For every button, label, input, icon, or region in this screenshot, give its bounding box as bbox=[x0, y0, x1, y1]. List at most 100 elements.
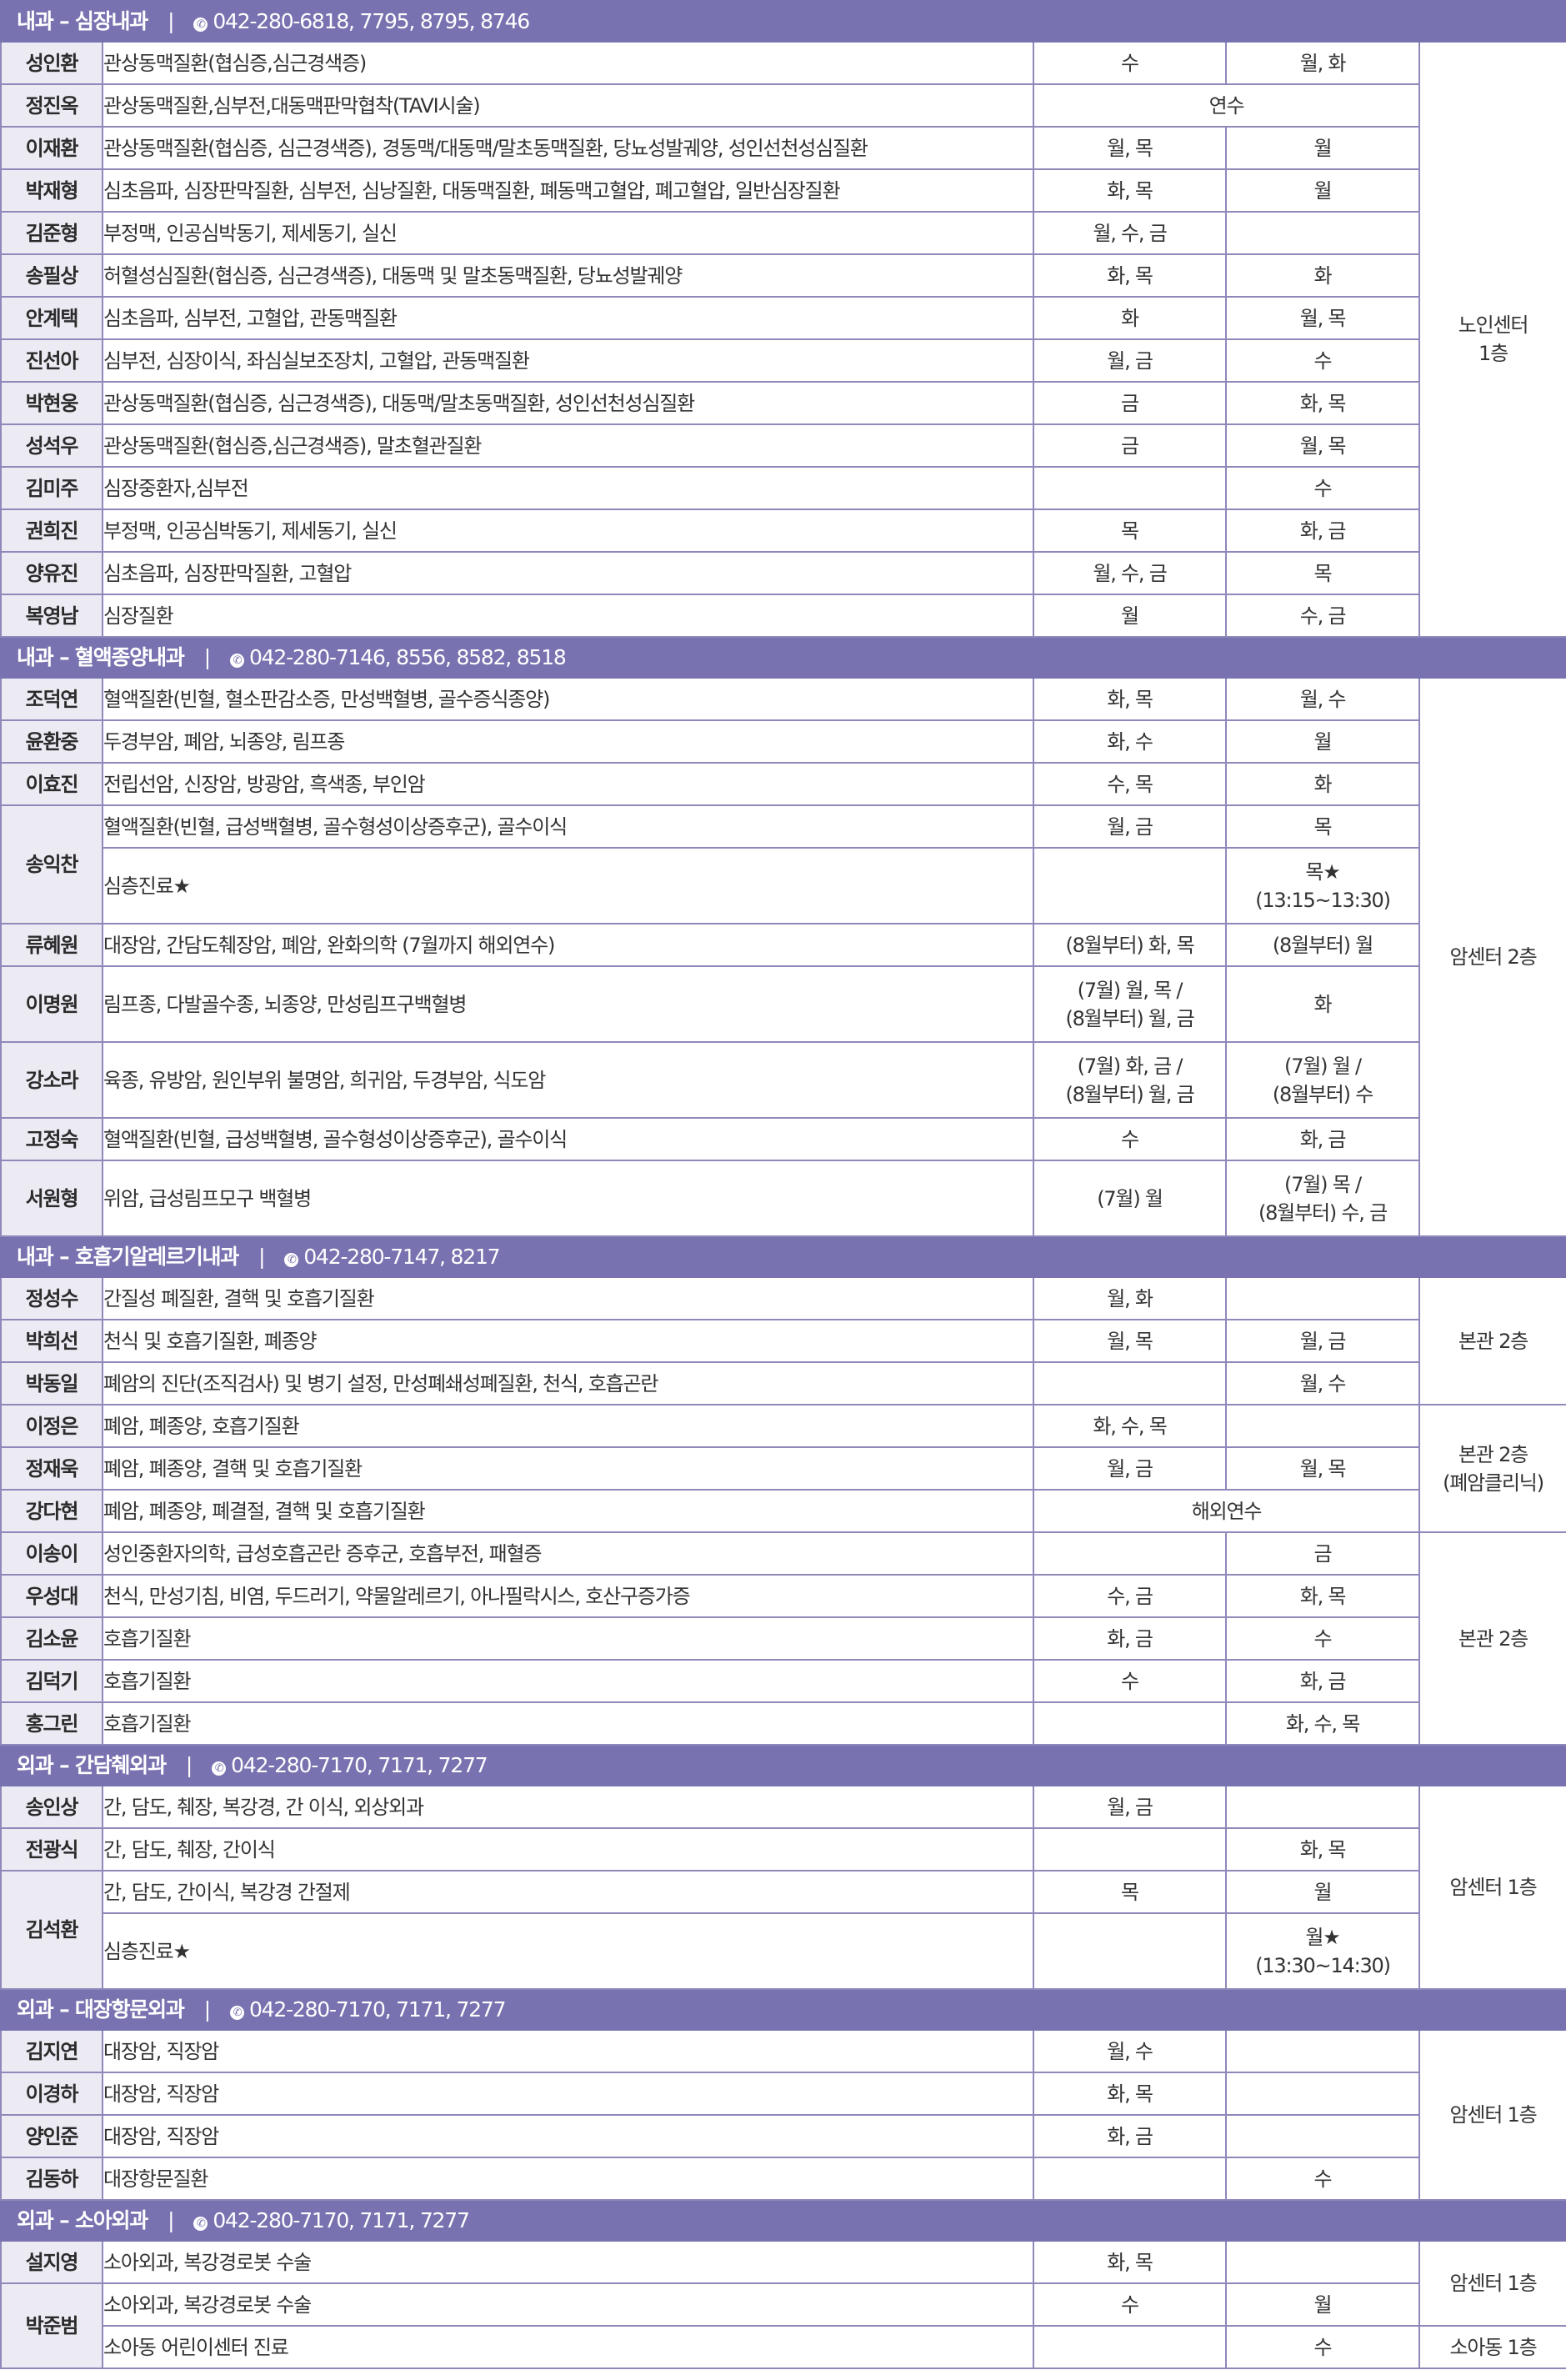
specialty: 관상동맥질환(협심증, 심근경색증), 대동맥/말초동맥질환, 성인선천성심질환 bbox=[102, 381, 1034, 425]
doctor-name: 김소윤 bbox=[0, 1616, 103, 1661]
specialty: 관상동맥질환,심부전,대동맥판막협착(TAVI시술) bbox=[102, 83, 1034, 128]
afternoon-clinic: 화, 목 bbox=[1225, 1574, 1420, 1618]
section-phone: 042-280-6818, 7795, 8795, 8746 bbox=[213, 8, 530, 33]
specialty: 대장암, 직장암 bbox=[102, 2029, 1034, 2073]
afternoon-clinic bbox=[1225, 1404, 1420, 1448]
doctor-name: 진선아 bbox=[0, 338, 103, 383]
specialty: 육종, 유방암, 원인부위 불명암, 희귀암, 두경부암, 식도암 bbox=[102, 1041, 1034, 1119]
specialty: 심층진료★ bbox=[102, 1912, 1034, 1990]
doctor-row: 서원형 위암, 급성림프모구 백혈병 (7월) 월 (7월) 목 / (8월부터) 수,… bbox=[0, 1160, 1566, 1237]
morning-clinic: 월, 금 bbox=[1033, 338, 1227, 383]
morning-clinic: 월, 금 bbox=[1033, 1785, 1227, 1829]
doctor-row: 송인상 간, 담도, 췌장, 복강경, 간 이식, 외상외과 월, 금 암센터 1층 bbox=[0, 1785, 1566, 1990]
doctor-row: 이효진 전립선암, 신장암, 방광암, 흑색종, 부인암 수, 목화 bbox=[0, 762, 1566, 806]
morning-clinic: 목 bbox=[1033, 1870, 1227, 1914]
phone-icon: ✆ bbox=[284, 1252, 299, 1267]
doctor-name: 조덕연 bbox=[0, 677, 103, 721]
morning-clinic: 월, 화 bbox=[1033, 1276, 1227, 1320]
afternoon-clinic: 월 bbox=[1225, 1870, 1420, 1914]
section-title: 외과 – 대장항문외과 bbox=[17, 1997, 185, 2022]
specialty: 전립선암, 신장암, 방광암, 흑색종, 부인암 bbox=[102, 762, 1034, 806]
morning-clinic: 월, 금 bbox=[1033, 804, 1227, 849]
doctor-name: 박동일 bbox=[0, 1361, 103, 1405]
doctor-row: 김석환 간, 담도, 간이식, 복강경 간절제 목 월 bbox=[0, 1870, 1566, 1990]
clinic-location: 본관 2층 (폐암클리닉) bbox=[1418, 1404, 1566, 1533]
doctor-name: 홍그린 bbox=[0, 1701, 103, 1746]
header-divider: | bbox=[168, 8, 174, 33]
doctor-row: 김미주 심장중환자,심부전 수 bbox=[0, 466, 1566, 510]
morning-clinic: 월 bbox=[1033, 594, 1227, 638]
specialty: 심장중환자,심부전 bbox=[102, 466, 1034, 510]
specialty: 천식 및 호흡기질환, 폐종양 bbox=[102, 1319, 1034, 1363]
morning-clinic: (7월) 월 bbox=[1033, 1160, 1227, 1237]
doctor-row: 성인환 관상동맥질환(협심증,심근경색증) 수 월, 화 노인센터 1층 bbox=[0, 41, 1566, 638]
afternoon-clinic: 월, 목 bbox=[1225, 1446, 1420, 1491]
afternoon-clinic: 월, 목 bbox=[1225, 423, 1420, 468]
doctor-row: 복영남 심장질환 월 수, 금 bbox=[0, 594, 1566, 638]
doctor-name: 류혜원 bbox=[0, 923, 103, 967]
afternoon-clinic: 수 bbox=[1225, 338, 1420, 383]
header-divider: | bbox=[203, 644, 211, 669]
afternoon-clinic bbox=[1225, 1276, 1420, 1320]
section-phone: 042-280-7170, 7171, 7277 bbox=[213, 2207, 470, 2232]
doctor-name: 김미주 bbox=[0, 466, 103, 510]
afternoon-clinic: 화, 금 bbox=[1225, 1659, 1420, 1703]
doctor-row: 소아동 어린이센터 진료 수 소아동 1층 bbox=[1, 2325, 1566, 2369]
morning-clinic: 금 bbox=[1033, 423, 1227, 468]
morning-clinic: 월, 수, 금 bbox=[1033, 551, 1227, 595]
morning-clinic bbox=[1033, 1912, 1227, 1990]
specialty: 관상동맥질환(협심증,심근경색증) bbox=[102, 41, 1034, 85]
doctor-row: 전광식 간, 담도, 췌장, 간이식 화, 목 bbox=[0, 1827, 1566, 1871]
morning-clinic: (7월) 월, 목 / (8월부터) 월, 금 bbox=[1033, 965, 1227, 1043]
section-title: 외과 – 소아외과 bbox=[17, 2207, 148, 2232]
morning-clinic: 수 bbox=[1033, 1659, 1227, 1703]
specialty: 심층진료★ bbox=[102, 847, 1034, 924]
specialty: 대장암, 직장암 bbox=[102, 2114, 1034, 2158]
morning-clinic: 금 bbox=[1033, 381, 1227, 425]
morning-clinic: 월, 목 bbox=[1033, 126, 1227, 170]
afternoon-clinic: 수 bbox=[1225, 2157, 1420, 2201]
afternoon-clinic: 목★ (13:15~13:30) bbox=[1225, 847, 1420, 924]
specialty: 위암, 급성림프모구 백혈병 bbox=[102, 1160, 1034, 1237]
morning-clinic bbox=[1033, 1531, 1227, 1576]
doctor-name: 복영남 bbox=[0, 594, 103, 638]
afternoon-clinic: (8월부터) 월 bbox=[1225, 923, 1420, 967]
morning-clinic: 수 bbox=[1033, 2282, 1227, 2327]
doctor-name: 김석환 bbox=[0, 1870, 103, 1990]
morning-clinic: 화, 목 bbox=[1033, 677, 1227, 721]
doctor-row: 박준범 소아외과, 복강경로봇 수술 수 월 bbox=[0, 2282, 1566, 2369]
specialty: 간, 담도, 췌장, 간이식 bbox=[102, 1827, 1034, 1871]
afternoon-clinic: 화, 목 bbox=[1225, 381, 1420, 425]
morning-clinic bbox=[1033, 1701, 1227, 1746]
afternoon-clinic bbox=[1225, 1785, 1420, 1829]
section-phone: 042-280-7146, 8556, 8582, 8518 bbox=[248, 644, 567, 669]
afternoon-clinic: (7월) 월 / (8월부터) 수 bbox=[1225, 1041, 1420, 1119]
morning-clinic: 월, 목 bbox=[1033, 1319, 1227, 1363]
doctor-name: 이송이 bbox=[0, 1531, 103, 1576]
clinic-location: 본관 2층 bbox=[1418, 1276, 1566, 1405]
afternoon-clinic: 화, 금 bbox=[1225, 509, 1420, 553]
doctor-name: 이정은 bbox=[0, 1404, 103, 1448]
doctor-row: 설지영 소아외과, 복강경로봇 수술 화, 목 암센터 1층 bbox=[0, 2240, 1566, 2327]
doctor-row: 김소윤 호흡기질환 화, 금수 bbox=[0, 1616, 1566, 1661]
specialty: 소아동 어린이센터 진료 bbox=[102, 2325, 1034, 2369]
doctor-name: 김동하 bbox=[0, 2157, 103, 2201]
specialty: 호흡기질환 bbox=[102, 1701, 1034, 1746]
section-header-cell: 외과 – 소아외과 | ✆ 042-280-7170, 7171, 7277 bbox=[0, 2199, 1566, 2242]
specialty: 간, 담도, 간이식, 복강경 간절제 bbox=[102, 1870, 1034, 1914]
specialty: 간, 담도, 췌장, 복강경, 간 이식, 외상외과 bbox=[102, 1785, 1034, 1829]
section-header-cell: 내과 – 혈액종양내과 | ✆ 042-280-7146, 8556, 8582, 8… bbox=[0, 636, 1566, 679]
clinic-location: 본관 2층 bbox=[1418, 1531, 1566, 1746]
specialty: 혈액질환(빈혈, 혈소판감소증, 만성백혈병, 골수증식종양) bbox=[102, 677, 1034, 721]
header-divider: | bbox=[168, 2207, 174, 2232]
schedule-note: 해외연수 bbox=[1033, 1489, 1420, 1533]
section-header: 내과 – 심장내과 | ✆ 042-280-6818, 7795, 8795, 874… bbox=[0, 0, 1566, 43]
afternoon-clinic bbox=[1225, 2072, 1420, 2116]
specialty: 폐암, 폐종양, 결핵 및 호흡기질환 bbox=[102, 1446, 1034, 1491]
section-phone: 042-280-7170, 7171, 7277 bbox=[248, 1997, 507, 2022]
specialty: 부정맥, 인공심박동기, 제세동기, 실신 bbox=[102, 211, 1034, 255]
specialty: 호흡기질환 bbox=[102, 1659, 1034, 1703]
doctor-row: 박재형 심초음파, 심장판막질환, 심부전, 심낭질환, 대동맥질환, 폐동맥고혈… bbox=[0, 168, 1566, 213]
afternoon-clinic: 수 bbox=[1225, 2325, 1420, 2369]
doctor-name: 박준범 bbox=[0, 2282, 103, 2369]
